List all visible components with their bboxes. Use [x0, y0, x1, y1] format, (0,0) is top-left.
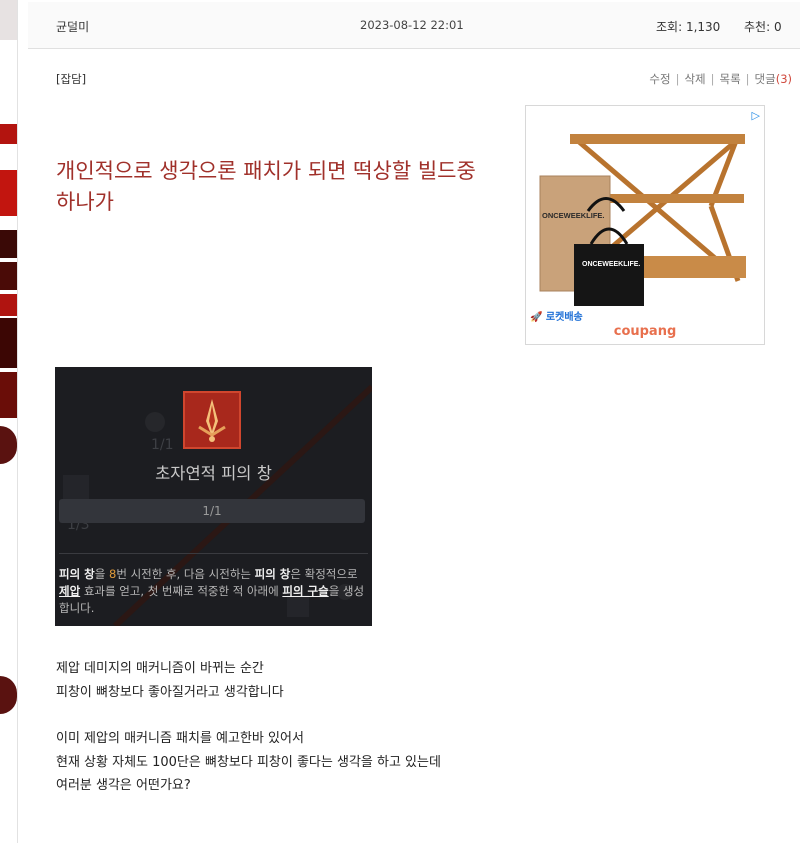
left-site-strip	[0, 0, 18, 843]
view-count: 조회: 1,130	[656, 20, 721, 34]
body-line: 현재 상황 자체도 100단은 뼈창보다 피창이 좋다는 생각을 하고 있는데	[56, 754, 441, 770]
left-strip-block	[0, 170, 17, 216]
ad-product-image: ONCEWEEKLIFE. ONCEWEEKLIFE.	[539, 134, 746, 306]
left-strip-block	[0, 426, 17, 464]
ad-banner[interactable]: ▷ ONCEWEEKLIFE. ONCEWEEKLIFE. 🚀 로켓배송 cou…	[525, 105, 765, 345]
desc-text: 번 시전한 후, 다음 시전하는	[116, 567, 255, 581]
post-body: 제압 데미지의 매커니즘이 바뀌는 순간 피창이 뼈창보다 좋아질거라고 생각합…	[56, 657, 576, 798]
edit-link[interactable]: 수정	[649, 72, 670, 86]
separator: |	[745, 72, 750, 86]
body-line	[56, 704, 576, 727]
list-link[interactable]: 목록	[719, 72, 740, 86]
keyword: 피의 창	[254, 567, 291, 581]
box-brand-text: ONCEWEEKLIFE.	[542, 211, 605, 220]
post-view: 균덜미 2023-08-12 22:01 조회: 1,130 추천: 0 [잡담…	[28, 0, 800, 843]
body-line: 여러분 생각은 어떤가요?	[56, 778, 191, 793]
post-title: 개인적으로 생각으론 패치가 되면 떡상할 빌드중 하나가	[56, 159, 476, 214]
shelf-board	[596, 194, 744, 203]
delete-link[interactable]: 삭제	[684, 72, 705, 86]
body-line: 제압 데미지의 매커니즘이 바뀌는 순간	[56, 661, 264, 676]
desc-text: 효과를 얻고, 첫 번째로 적중한 적 아래에	[80, 584, 283, 598]
divider	[59, 553, 368, 554]
rocket-delivery-label: 🚀 로켓배송	[530, 312, 583, 323]
left-strip-block	[0, 318, 17, 368]
comment-count[interactable]: (3)	[776, 72, 792, 86]
separator: |	[675, 72, 680, 86]
shelf-board	[570, 134, 745, 144]
left-strip-block	[0, 294, 17, 316]
skill-name: 초자연적 피의 창	[155, 464, 272, 483]
skill-rank-bar: 1/1	[59, 499, 365, 523]
author-name[interactable]: 균덜미	[56, 18, 89, 35]
recommend-count: 추천: 0	[744, 20, 782, 34]
post-meta-bar: 균덜미 2023-08-12 22:01 조회: 1,130 추천: 0	[28, 2, 800, 49]
product-bag	[574, 244, 644, 306]
post-actions: 수정 | 삭제 | 목록 | 댓글(3)	[649, 71, 792, 87]
body-line: 피창이 뼈창보다 좋아질거라고 생각합니다	[56, 684, 284, 700]
left-strip-block	[0, 676, 17, 714]
keyword: 피의 구슬	[282, 584, 329, 598]
post-date: 2023-08-12 22:01	[360, 18, 464, 32]
left-strip-block	[0, 372, 17, 418]
body-line: 이미 제압의 매커니즘 패치를 예고한바 있어서	[56, 731, 304, 746]
skill-tooltip-image: 1/1 1/3 초자연적 피의 창 1/1 피의 창을 8번 시전한 후, 다음…	[55, 367, 372, 626]
left-strip-block	[0, 230, 17, 258]
desc-text: 을	[94, 567, 109, 581]
keyword: 피의 창	[59, 567, 95, 581]
desc-text: 은 확정적으로	[290, 567, 358, 581]
left-strip-block	[0, 262, 17, 290]
keyword: 제압	[59, 584, 81, 598]
post-category: [잡담]	[56, 72, 87, 86]
comments-link[interactable]: 댓글	[755, 72, 776, 86]
left-strip-block	[0, 0, 17, 40]
skill-description: 피의 창을 8번 시전한 후, 다음 시전하는 피의 창은 확정적으로 제압 효…	[59, 566, 369, 617]
coupang-logo: coupang	[613, 324, 677, 339]
ghost-rank-text: 1/1	[151, 437, 174, 453]
separator: |	[710, 72, 715, 86]
bag-brand-text: ONCEWEEKLIFE.	[582, 261, 640, 268]
skill-icon	[183, 391, 241, 449]
left-strip-block	[0, 124, 17, 144]
